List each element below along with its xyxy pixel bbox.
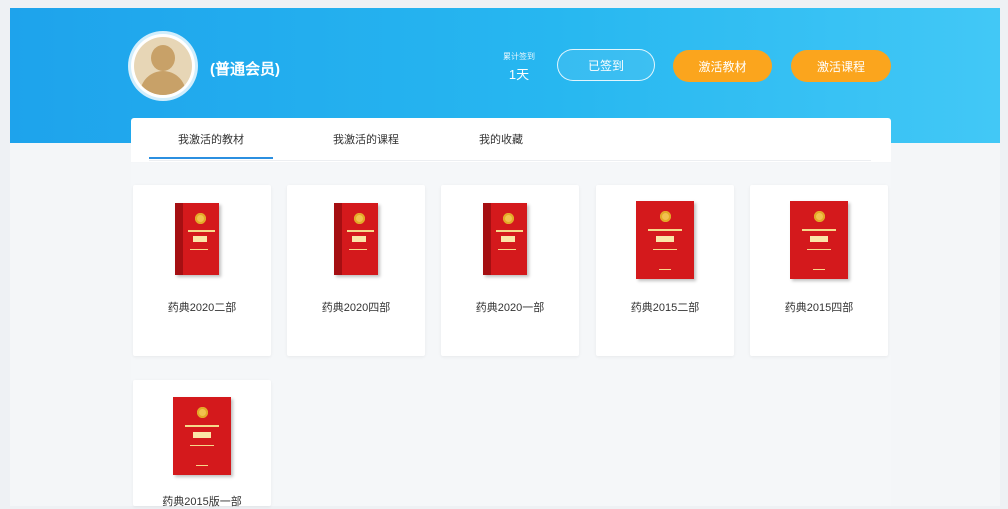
activate-textbook-button[interactable]: 激活教材 <box>673 50 772 82</box>
book-title: 药典2015二部 <box>630 302 700 314</box>
checkin-days: 1天 <box>508 67 530 82</box>
activate-course-button[interactable]: 激活课程 <box>791 50 891 82</box>
book-card[interactable]: 药典2015二部 <box>596 185 734 356</box>
book-title: 药典2015版一部 <box>162 496 242 508</box>
book-title: 药典2020二部 <box>167 302 237 314</box>
book-cover-icon <box>173 397 231 475</box>
avatar-placeholder-icon <box>134 37 192 95</box>
book-card[interactable]: 药典2020二部 <box>133 185 271 356</box>
tabs-bar: 我激活的教材 我激活的课程 我的收藏 <box>131 118 891 162</box>
book-title: 药典2020一部 <box>475 302 545 314</box>
checkin-caption: 累计签到 <box>503 52 535 61</box>
book-title: 药典2015四部 <box>784 302 854 314</box>
book-cover-icon <box>334 203 378 275</box>
book-card[interactable]: 药典2015四部 <box>750 185 888 356</box>
book-card[interactable]: 药典2020一部 <box>441 185 579 356</box>
tab-my-courses[interactable]: 我激活的课程 <box>301 118 431 160</box>
user-avatar[interactable] <box>131 34 195 98</box>
book-title: 药典2020四部 <box>321 302 391 314</box>
book-cover-icon <box>483 203 527 275</box>
book-cover-icon <box>790 201 848 279</box>
member-level-label: (普通会员) <box>210 61 280 78</box>
book-card[interactable]: 药典2015版一部 <box>133 380 271 508</box>
tab-my-favorites[interactable]: 我的收藏 <box>441 118 561 160</box>
signed-in-button[interactable]: 已签到 <box>557 49 655 81</box>
active-tab-indicator <box>149 157 273 159</box>
book-cover-icon <box>636 201 694 279</box>
book-card[interactable]: 药典2020四部 <box>287 185 425 356</box>
tab-my-textbooks[interactable]: 我激活的教材 <box>149 118 273 160</box>
tabs-divider <box>149 160 871 161</box>
checkin-counter: 累计签到 1天 <box>498 51 540 83</box>
book-cover-icon <box>175 203 219 275</box>
